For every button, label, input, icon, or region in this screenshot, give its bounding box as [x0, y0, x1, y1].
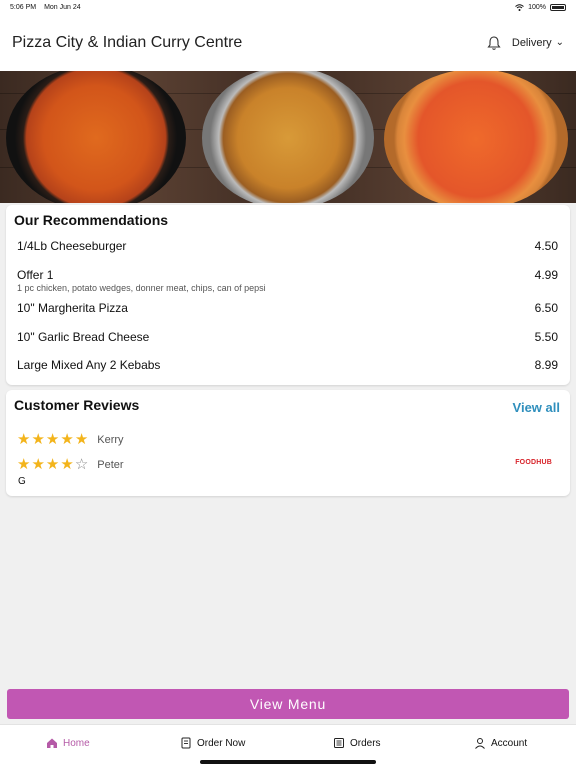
- tab-label: Order Now: [197, 737, 246, 749]
- item-name: 1/4Lb Cheeseburger: [17, 239, 127, 253]
- star-filled-icon: ★: [31, 456, 45, 473]
- bottom-tab-bar: Home Order Now Orders Account: [0, 724, 576, 768]
- recommendations-title: Our Recommendations: [14, 212, 169, 228]
- restaurant-title: Pizza City & Indian Curry Centre: [12, 33, 243, 51]
- tab-orders[interactable]: Orders: [333, 737, 381, 749]
- curry-dish-image: [6, 71, 186, 203]
- star-filled-icon: ★: [31, 431, 45, 448]
- recommendation-item[interactable]: Large Mixed Any 2 Kebabs 8.99: [17, 358, 558, 372]
- status-date: Mon Jun 24: [44, 3, 81, 11]
- recommendation-item[interactable]: 10" Garlic Bread Cheese 5.50: [17, 330, 558, 344]
- star-rating: ★ ★ ★ ★ ★: [17, 432, 88, 447]
- star-filled-icon: ★: [17, 431, 31, 448]
- order-icon: [181, 737, 191, 749]
- star-filled-icon: ★: [60, 431, 74, 448]
- header: Pizza City & Indian Curry Centre Deliver…: [0, 14, 576, 71]
- home-indicator: [200, 760, 376, 764]
- reviews-title: Customer Reviews: [14, 397, 140, 413]
- item-price: 8.99: [534, 358, 558, 372]
- wifi-icon: [515, 3, 524, 11]
- customer-reviews-card: Customer Reviews View all ★ ★ ★ ★ ★ Kerr…: [6, 390, 570, 496]
- star-empty-icon: ☆: [74, 456, 89, 473]
- item-price: 5.50: [534, 330, 558, 344]
- review-text: G: [18, 476, 26, 487]
- battery-percent: 100%: [528, 3, 546, 11]
- review-item: ★ ★ ★ ★ ☆ Peter: [17, 457, 124, 472]
- tab-order-now[interactable]: Order Now: [180, 737, 245, 749]
- hero-food-image: [0, 71, 576, 203]
- star-filled-icon: ★: [17, 456, 31, 473]
- item-name: 10" Garlic Bread Cheese: [17, 330, 150, 344]
- reviewer-name: Kerry: [97, 433, 124, 446]
- item-price: 4.50: [534, 239, 558, 253]
- account-icon: [475, 738, 485, 749]
- recommendation-item[interactable]: Offer 1 1 pc chicken, potato wedges, don…: [17, 268, 558, 293]
- star-rating: ★ ★ ★ ★ ☆: [17, 457, 88, 472]
- star-filled-icon: ★: [45, 456, 60, 473]
- foodhub-logo: FOODHUB: [515, 459, 552, 466]
- reviewer-name: Peter: [97, 458, 124, 471]
- item-name: Offer 1: [17, 268, 54, 282]
- orders-icon: [334, 738, 344, 748]
- tab-account[interactable]: Account: [474, 737, 527, 749]
- status-bar: 5:06 PM Mon Jun 24 100%: [0, 0, 576, 14]
- bell-icon[interactable]: [486, 35, 502, 51]
- home-icon: [47, 738, 57, 748]
- tab-label: Account: [491, 737, 528, 749]
- tab-label: Home: [63, 737, 90, 749]
- item-name: Large Mixed Any 2 Kebabs: [17, 358, 161, 372]
- chevron-down-icon: ⌄: [555, 37, 564, 48]
- delivery-selector[interactable]: Delivery ⌄: [512, 37, 564, 49]
- delivery-label: Delivery: [511, 36, 552, 49]
- pizza-image: [384, 71, 568, 203]
- item-price: 6.50: [534, 301, 558, 315]
- status-time: 5:06 PM: [10, 3, 37, 11]
- tab-label: Orders: [350, 737, 381, 749]
- item-price: 4.99: [534, 268, 558, 282]
- star-filled-icon: ★: [45, 431, 60, 448]
- review-item: ★ ★ ★ ★ ★ Kerry: [17, 432, 124, 447]
- item-name: 10" Margherita Pizza: [17, 301, 128, 315]
- recommendations-card: Our Recommendations 1/4Lb Cheeseburger 4…: [6, 205, 570, 385]
- view-all-link[interactable]: View all: [513, 400, 560, 415]
- star-filled-icon: ★: [74, 431, 89, 448]
- battery-icon: [550, 3, 566, 11]
- tab-home[interactable]: Home: [46, 737, 90, 749]
- recommendation-item[interactable]: 1/4Lb Cheeseburger 4.50: [17, 239, 558, 253]
- view-menu-button[interactable]: View Menu: [7, 689, 569, 719]
- star-filled-icon: ★: [60, 456, 74, 473]
- recommendation-item[interactable]: 10" Margherita Pizza 6.50: [17, 301, 558, 315]
- korma-dish-image: [202, 71, 374, 203]
- item-description: 1 pc chicken, potato wedges, donner meat…: [17, 283, 266, 293]
